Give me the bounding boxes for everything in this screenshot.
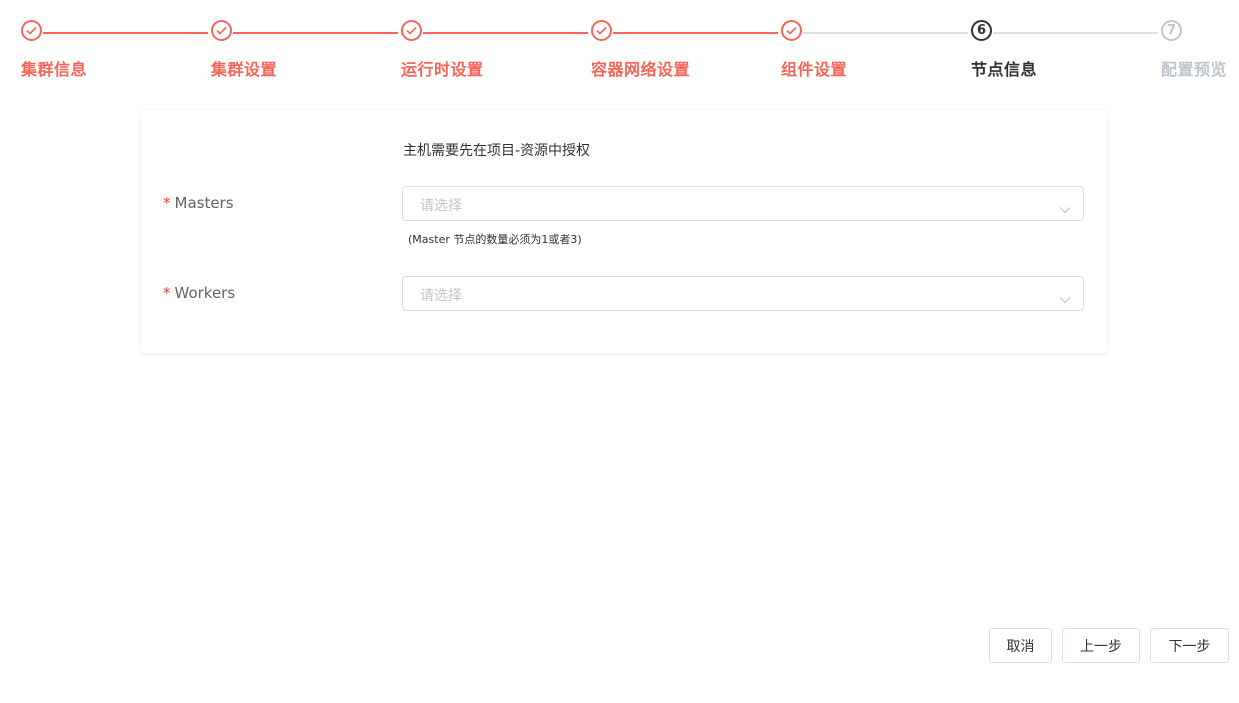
masters-select-placeholder: 请选择: [420, 198, 462, 214]
step-label: 集群设置: [211, 60, 278, 79]
check-icon: [401, 20, 422, 41]
step-connector: [233, 32, 398, 34]
step-node-info: 6 节点信息: [971, 20, 1037, 79]
step-connector: [423, 32, 588, 34]
page: 集群信息 集群设置 运行时设置 容器网络设置 组件设置 6 节点信息 7 配置预…: [0, 0, 1239, 703]
step-runtime-settings: 运行时设置: [401, 20, 483, 79]
step-cluster-settings: 集群设置: [211, 20, 277, 79]
step-label: 配置预览: [1161, 60, 1228, 79]
check-icon: [781, 20, 802, 41]
step-connector: [43, 32, 208, 34]
workers-select[interactable]: 请选择: [402, 276, 1084, 311]
next-step-button[interactable]: 下一步: [1150, 628, 1229, 663]
masters-count-hint: (Master 节点的数量必须为1或者3): [408, 233, 582, 246]
step-number-badge: 6: [971, 20, 992, 41]
cancel-button[interactable]: 取消: [989, 628, 1052, 663]
step-cluster-info: 集群信息: [21, 20, 87, 79]
step-label: 组件设置: [781, 60, 848, 79]
chevron-down-icon: [1059, 289, 1071, 308]
workers-label-text: Workers: [174, 284, 236, 302]
step-label: 集群信息: [21, 60, 88, 79]
required-mark: *: [163, 284, 171, 302]
check-icon: [21, 20, 42, 41]
required-mark: *: [163, 194, 171, 212]
check-icon: [591, 20, 612, 41]
step-network-settings: 容器网络设置: [591, 20, 690, 79]
step-connector: [613, 32, 778, 34]
masters-label-text: Masters: [174, 194, 234, 212]
step-label: 容器网络设置: [591, 60, 691, 79]
workers-select-placeholder: 请选择: [420, 288, 462, 304]
masters-label: * Masters: [163, 194, 234, 212]
step-label: 节点信息: [971, 60, 1038, 79]
chevron-down-icon: [1059, 199, 1071, 218]
check-icon: [211, 20, 232, 41]
step-component-settings: 组件设置: [781, 20, 847, 79]
masters-select[interactable]: 请选择: [402, 186, 1084, 221]
step-number-badge: 7: [1161, 20, 1182, 41]
node-info-form: 主机需要先在项目-资源中授权 * Masters 请选择 (Master 节点的数…: [141, 110, 1107, 353]
step-config-preview: 7 配置预览: [1161, 20, 1227, 79]
step-label: 运行时设置: [401, 60, 484, 79]
authorization-notice: 主机需要先在项目-资源中授权: [403, 143, 591, 159]
steps-bar: 集群信息 集群设置 运行时设置 容器网络设置 组件设置 6 节点信息 7 配置预…: [0, 0, 1239, 90]
workers-label: * Workers: [163, 284, 235, 302]
step-connector: [993, 32, 1158, 34]
prev-step-button[interactable]: 上一步: [1062, 628, 1140, 663]
step-connector: [803, 32, 968, 34]
